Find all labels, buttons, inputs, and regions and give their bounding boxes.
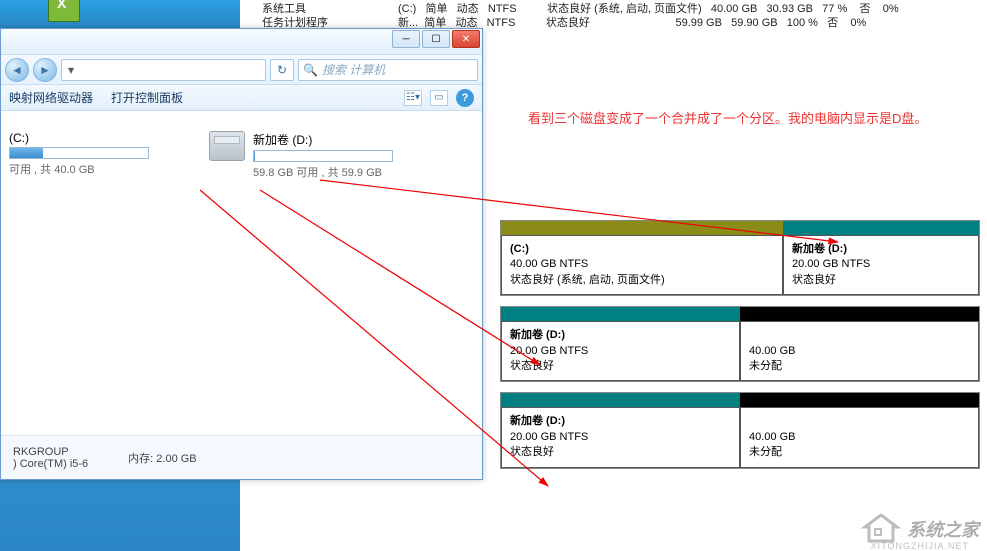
partition-c[interactable]: (C:) 40.00 GB NTFS 状态良好 (系统, 启动, 页面文件) [501, 235, 783, 295]
partition-d2-name: 新加卷 (D:) [510, 328, 731, 343]
partition-d3-size: 20.00 GB NTFS [510, 430, 731, 445]
drive-d-label: 新加卷 (D:) [253, 131, 393, 148]
drive-c[interactable]: (C:) 可用 , 共 40.0 GB [1, 127, 201, 184]
partition-d2[interactable]: 新加卷 (D:) 20.00 GB NTFS 状态良好 [501, 321, 740, 381]
status-memory: 内存: 2.00 GB [128, 450, 196, 466]
partition-header-unallocated [740, 307, 979, 321]
search-icon: 🔍 [303, 63, 318, 77]
partition-unalloc-2[interactable]: 40.00 GB 未分配 [740, 321, 979, 381]
partition-header-teal [783, 221, 979, 235]
minimize-button[interactable]: ─ [392, 30, 420, 48]
search-placeholder: 搜索 计算机 [322, 61, 385, 78]
partition-unalloc-3-size: 40.00 GB [749, 430, 970, 445]
partition-d1-name: 新加卷 (D:) [792, 242, 970, 257]
refresh-button[interactable]: ↻ [270, 59, 294, 81]
address-bar[interactable]: ▾ [61, 59, 266, 81]
explorer-window: ─ ☐ ✕ ◄ ► ▾ ↻ 🔍 搜索 计算机 映射网络驱动器 打开控制面板 ☷▾… [0, 28, 483, 480]
explorer-titlebar[interactable]: ─ ☐ ✕ [1, 29, 482, 55]
partition-d1[interactable]: 新加卷 (D:) 20.00 GB NTFS 状态良好 [783, 235, 979, 295]
status-workgroup: RKGROUP [13, 446, 88, 458]
disk-row-2: 新加卷 (D:) 20.00 GB NTFS 状态良好 40.00 GB 未分配 [500, 306, 980, 382]
partition-d2-state: 状态良好 [510, 359, 731, 374]
view-options-button[interactable]: ☷▾ [404, 90, 422, 106]
search-input[interactable]: 🔍 搜索 计算机 [298, 59, 478, 81]
drive-d-subtext: 59.8 GB 可用 , 共 59.9 GB [253, 164, 393, 180]
explorer-menubar: 映射网络驱动器 打开控制面板 ☷▾ ▭ ? [1, 85, 482, 111]
hdd-icon [209, 131, 245, 161]
partition-d3[interactable]: 新加卷 (D:) 20.00 GB NTFS 状态良好 [501, 407, 740, 467]
explorer-statusbar: RKGROUP ) Core(TM) i5-6 内存: 2.00 GB [1, 435, 482, 479]
nav-forward-button[interactable]: ► [33, 58, 57, 82]
partition-d1-state: 状态良好 [792, 273, 970, 288]
partition-unalloc-2-state: 未分配 [749, 359, 970, 374]
partition-d1-size: 20.00 GB NTFS [792, 257, 970, 272]
preview-pane-button[interactable]: ▭ [430, 90, 448, 106]
watermark-text: 系统之家 [907, 516, 979, 542]
drive-d-capacity-bar [253, 150, 393, 162]
partition-unalloc-2-size: 40.00 GB [749, 344, 970, 359]
partition-header-olive [501, 221, 783, 235]
background-snippets: 系统工具 任务计划程序 (C:) 简单 动态 NTFS 状态良好 (系统, 启动… [0, 0, 987, 28]
drive-c-label: (C:) [9, 131, 149, 145]
taskbar-fragment [0, 0, 240, 28]
partition-c-name: (C:) [510, 242, 774, 257]
help-button[interactable]: ? [456, 89, 474, 107]
drive-c-capacity-bar [9, 147, 149, 159]
menu-control-panel[interactable]: 打开控制面板 [111, 89, 183, 106]
partition-header-unallocated [740, 393, 979, 407]
partition-c-size: 40.00 GB NTFS [510, 257, 774, 272]
status-cpu: ) Core(TM) i5-6 [13, 458, 88, 470]
partition-unalloc-3-state: 未分配 [749, 445, 970, 460]
close-button[interactable]: ✕ [452, 30, 480, 48]
excel-icon[interactable] [48, 0, 80, 22]
maximize-button[interactable]: ☐ [422, 30, 450, 48]
partition-c-state: 状态良好 (系统, 启动, 页面文件) [510, 273, 774, 288]
partition-d2-size: 20.00 GB NTFS [510, 344, 731, 359]
partition-header-teal [501, 393, 740, 407]
annotation-text: 看到三个磁盘变成了一个合并成了一个分区。我的电脑内显示是D盘。 [528, 108, 927, 127]
disk-row-1: (C:) 40.00 GB NTFS 状态良好 (系统, 启动, 页面文件) 新… [500, 220, 980, 296]
watermark-url: XITONGZHIJIA.NET [871, 541, 969, 551]
partition-header-teal [501, 307, 740, 321]
partition-d3-state: 状态良好 [510, 445, 731, 460]
partition-d3-name: 新加卷 (D:) [510, 414, 731, 429]
disk-management-panel: (C:) 40.00 GB NTFS 状态良好 (系统, 启动, 页面文件) 新… [500, 220, 980, 479]
drive-c-subtext: 可用 , 共 40.0 GB [9, 161, 149, 177]
disk-row-3: 新加卷 (D:) 20.00 GB NTFS 状态良好 40.00 GB 未分配 [500, 392, 980, 468]
explorer-content: (C:) 可用 , 共 40.0 GB 新加卷 (D:) 59.8 GB 可用 … [1, 113, 482, 435]
menu-map-drive[interactable]: 映射网络驱动器 [9, 89, 93, 106]
partition-unalloc-3[interactable]: 40.00 GB 未分配 [740, 407, 979, 467]
nav-back-button[interactable]: ◄ [5, 58, 29, 82]
drive-d[interactable]: 新加卷 (D:) 59.8 GB 可用 , 共 59.9 GB [201, 127, 401, 184]
explorer-toolbar: ◄ ► ▾ ↻ 🔍 搜索 计算机 [1, 55, 482, 85]
